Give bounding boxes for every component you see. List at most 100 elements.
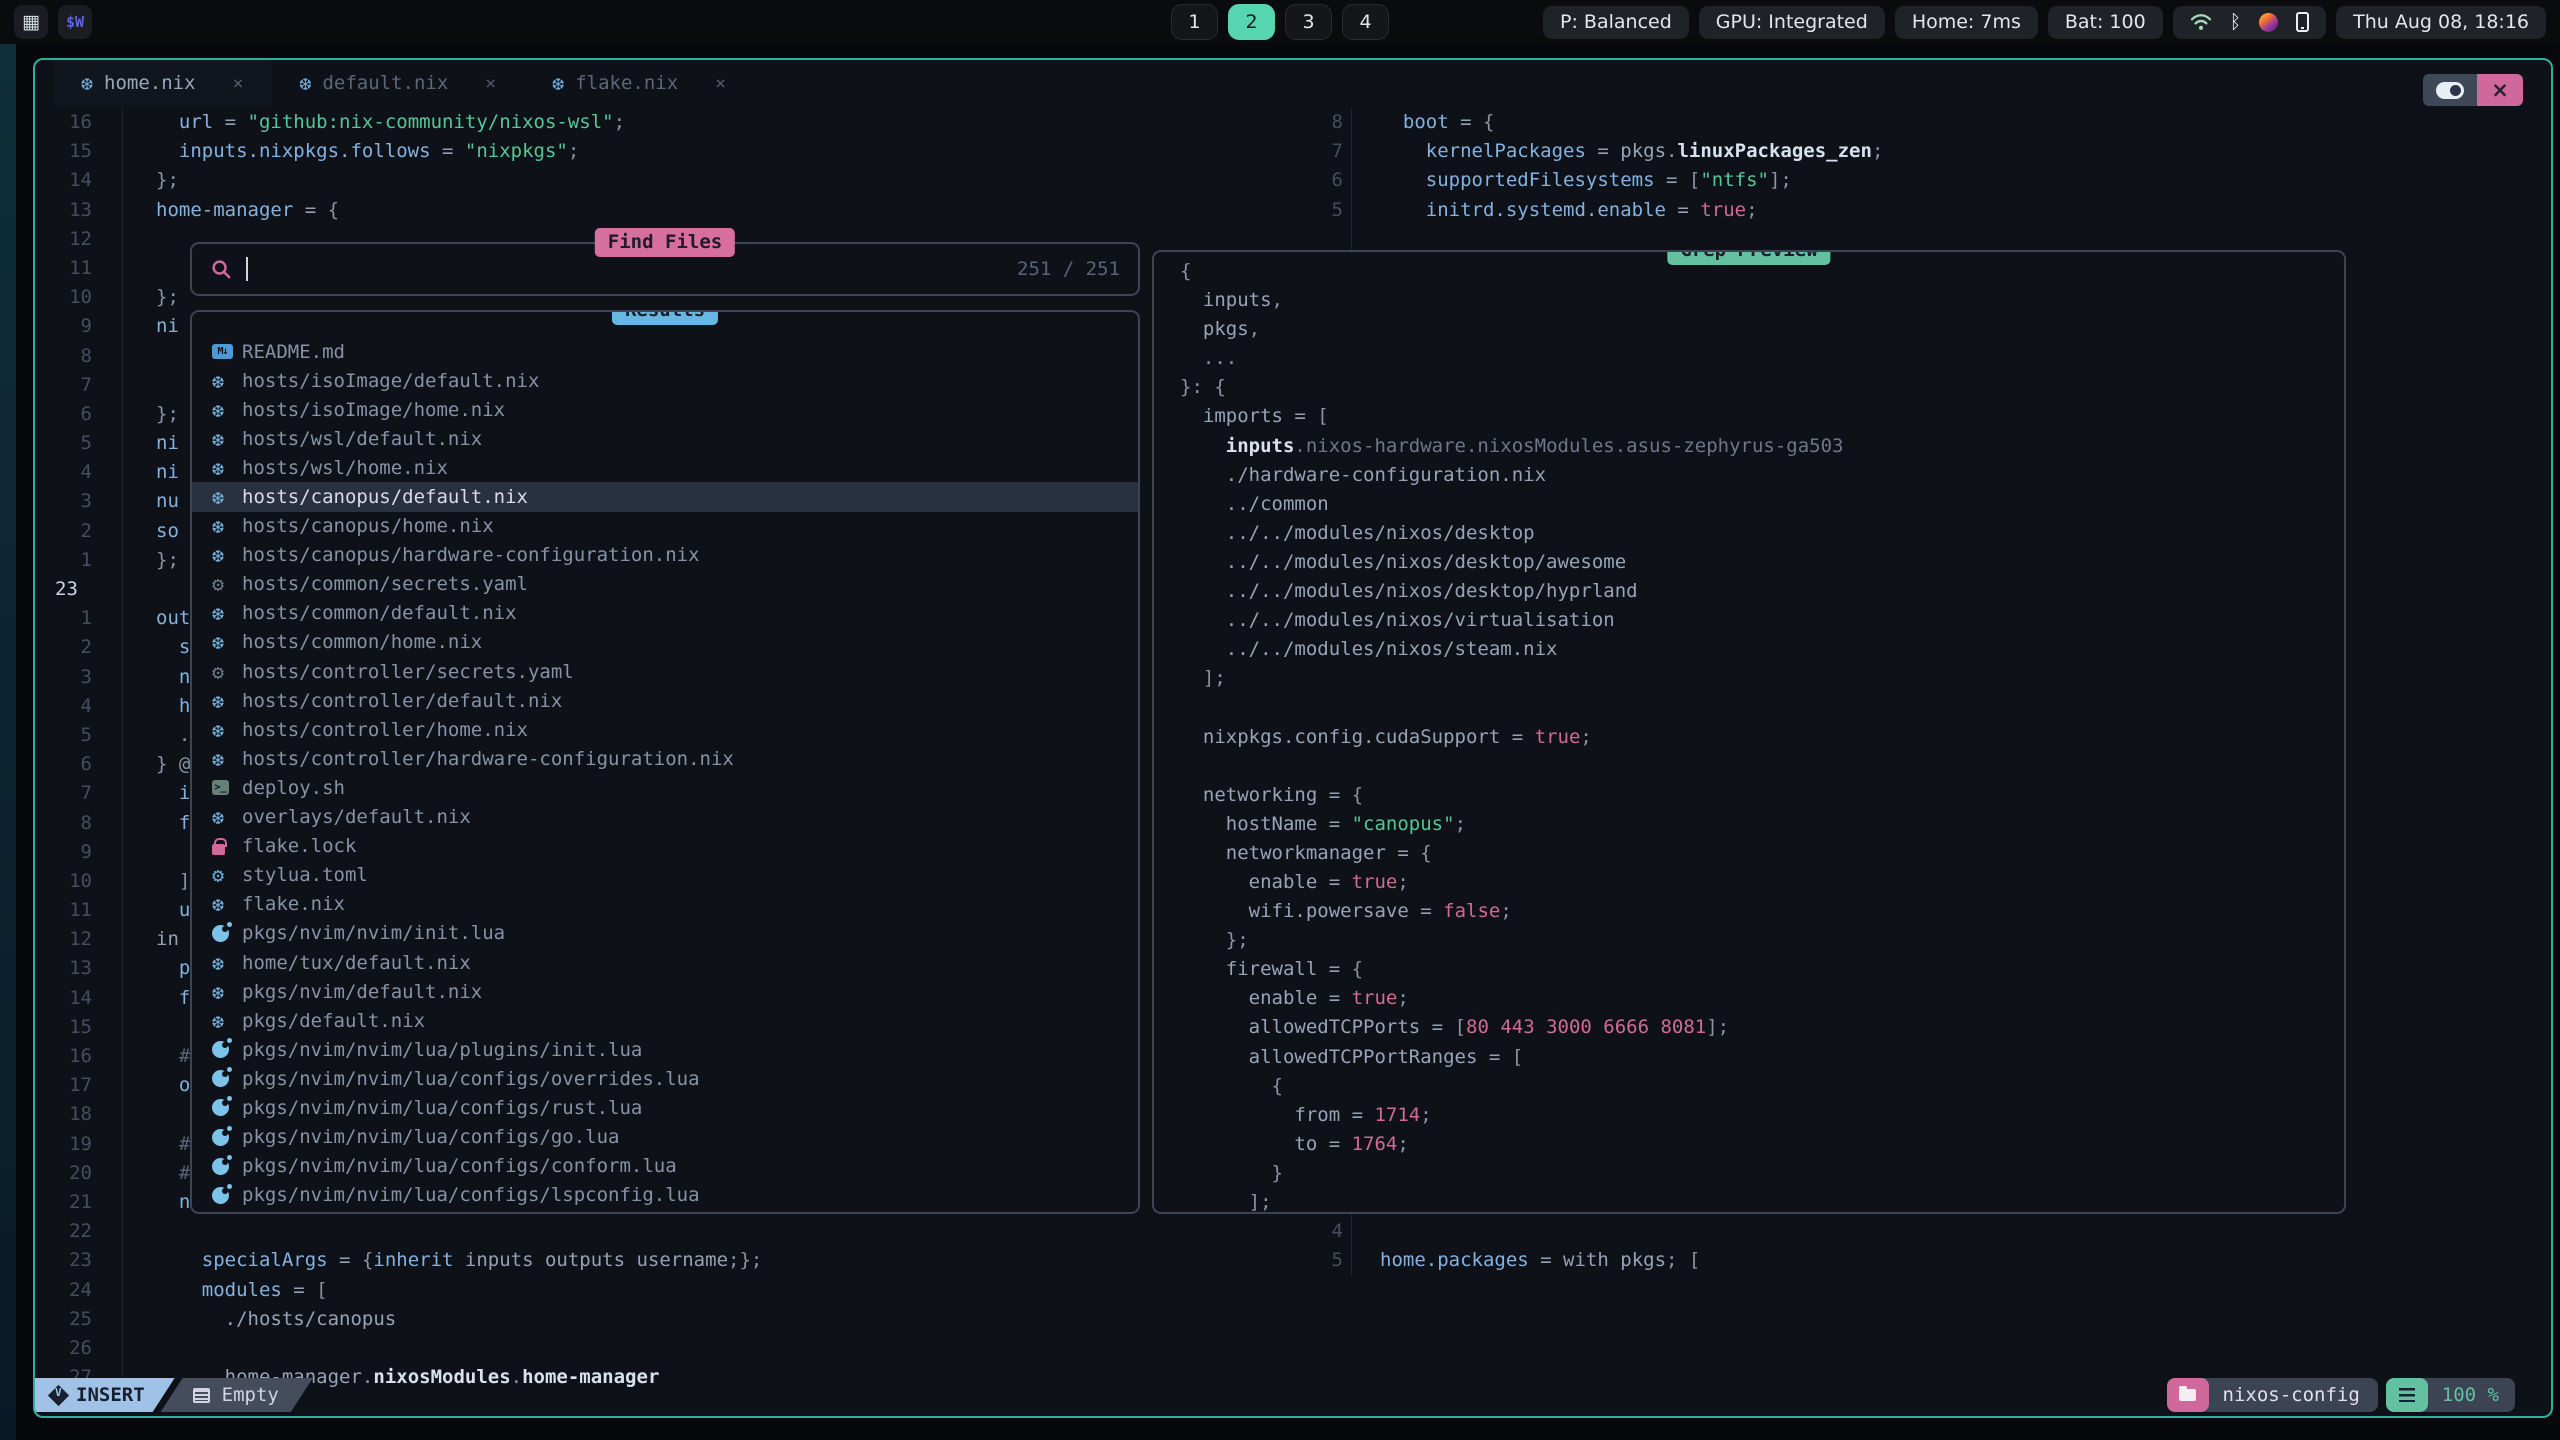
preview-line: to = 1764; <box>1180 1130 2344 1159</box>
result-item[interactable]: ❆home/tux/default.nix <box>192 948 1138 977</box>
nix-file-icon: ❆ <box>212 892 242 916</box>
result-filename: flake.nix <box>242 893 345 915</box>
tab-close-icon[interactable]: × <box>485 73 496 94</box>
result-item[interactable]: M↓README.md <box>192 337 1138 366</box>
line-content <box>122 254 156 283</box>
result-item[interactable]: ❆hosts/canopus/hardware-configuration.ni… <box>192 541 1138 570</box>
result-item[interactable]: pkgs/nvim/nvim/lua/configs/rust.lua <box>192 1093 1138 1122</box>
code-line: 14}; <box>35 166 1150 195</box>
system-tray: ᛒ <box>2173 6 2326 39</box>
line-content <box>122 575 156 604</box>
result-item[interactable]: ❆hosts/common/default.nix <box>192 599 1138 628</box>
result-item[interactable]: pkgs/nvim/nvim/lua/configs/lspconfig.lua <box>192 1181 1138 1210</box>
result-filename: hosts/isoImage/home.nix <box>242 399 505 421</box>
tab-home.nix[interactable]: ❆home.nix× <box>53 60 271 106</box>
result-item[interactable]: ❆flake.nix <box>192 890 1138 919</box>
preview-line: wifi.powersave = false; <box>1180 897 2344 926</box>
result-item[interactable]: ⚙hosts/controller/secrets.yaml <box>192 657 1138 686</box>
result-item[interactable]: ❆hosts/controller/default.nix <box>192 686 1138 715</box>
preview-line: ../../modules/nixos/desktop/awesome <box>1180 548 2344 577</box>
nix-file-icon: ❆ <box>212 398 242 422</box>
result-item[interactable]: >_deploy.sh <box>192 773 1138 802</box>
code-line: 5home.packages = with pkgs; [ <box>1285 1246 2550 1275</box>
line-number: 21 <box>35 1188 92 1217</box>
preview-line: imports = [ <box>1180 402 2344 431</box>
nix-file-icon: ❆ <box>212 1009 242 1033</box>
line-content: }; <box>122 546 179 575</box>
result-item[interactable]: ❆pkgs/default.nix <box>192 1006 1138 1035</box>
code-line: 7 kernelPackages = pkgs.linuxPackages_ze… <box>1285 137 2550 166</box>
result-item[interactable]: pkgs/nvim/nvim/lua/configs/overrides.lua <box>192 1064 1138 1093</box>
preview-line: from = 1714; <box>1180 1101 2344 1130</box>
result-item[interactable]: ❆hosts/common/home.nix <box>192 628 1138 657</box>
result-item[interactable]: pkgs/nvim/nvim/init.lua <box>192 919 1138 948</box>
neovim-window: ❆home.nix×❆default.nix×❆flake.nix× × 16 … <box>33 58 2553 1418</box>
phone-icon <box>2296 12 2309 32</box>
line-number: 15 <box>35 1013 92 1042</box>
line-content: # <box>122 1130 190 1159</box>
status-module-0: P: Balanced <box>1543 6 1689 39</box>
workspace-button-3[interactable]: 3 <box>1285 4 1332 40</box>
workspace-button-2[interactable]: 2 <box>1228 4 1275 40</box>
result-item[interactable]: ❆hosts/isoImage/home.nix <box>192 395 1138 424</box>
result-item[interactable]: ❆hosts/wsl/default.nix <box>192 424 1138 453</box>
tab-close-icon[interactable]: × <box>715 73 726 94</box>
result-item[interactable]: pkgs/nvim/nvim/lua/plugins/init.lua <box>192 1035 1138 1064</box>
workspace-button-1[interactable]: 1 <box>1171 4 1218 40</box>
result-filename: hosts/common/home.nix <box>242 631 482 653</box>
line-content: inputs.nixpkgs.follows = "nixpkgs"; <box>122 137 579 166</box>
preview-line: allowedTCPPortRanges = [ <box>1180 1043 2344 1072</box>
results-title: Results <box>612 310 718 325</box>
nix-file-icon: ❆ <box>212 805 242 829</box>
search-icon <box>210 258 233 281</box>
line-number: 4 <box>35 692 92 721</box>
code-line: 15 inputs.nixpkgs.follows = "nixpkgs"; <box>35 137 1150 166</box>
tab-flake.nix[interactable]: ❆flake.nix× <box>524 60 754 106</box>
result-item[interactable]: ❆overlays/default.nix <box>192 803 1138 832</box>
file-status-segment: Empty <box>161 1378 313 1412</box>
result-item[interactable]: ❆hosts/controller/hardware-configuration… <box>192 744 1138 773</box>
nix-file-icon: ❆ <box>212 543 242 567</box>
line-content <box>122 371 156 400</box>
preview-code: { inputs, pkgs, ...}: { imports = [ inpu… <box>1154 257 2344 1214</box>
app-launcher-button[interactable]: ▦ <box>14 5 48 39</box>
result-item[interactable]: flake.lock <box>192 832 1138 861</box>
firefox-icon <box>2259 13 2278 32</box>
result-item[interactable]: ❆pkgs/nvim/default.nix <box>192 977 1138 1006</box>
preview-line: ../../modules/nixos/desktop/hyprland <box>1180 577 2344 606</box>
mode-indicator: INSERT <box>35 1378 175 1412</box>
nix-file-icon: ❆ <box>212 689 242 713</box>
window-close-button[interactable]: × <box>2477 74 2523 106</box>
tab-close-icon[interactable]: × <box>233 73 244 94</box>
status-module-2: Home: 7ms <box>1895 6 2038 39</box>
result-item[interactable]: ❆hosts/canopus/home.nix <box>192 512 1138 541</box>
line-number: 9 <box>35 312 92 341</box>
line-number: 9 <box>35 838 92 867</box>
theme-toggle-button[interactable] <box>2423 74 2477 106</box>
result-item[interactable]: ❆hosts/controller/home.nix <box>192 715 1138 744</box>
result-filename: hosts/common/default.nix <box>242 602 517 624</box>
tab-default.nix[interactable]: ❆default.nix× <box>271 60 524 106</box>
preview-line: ./hardware-configuration.nix <box>1180 461 2344 490</box>
lua-file-icon <box>212 1129 242 1146</box>
line-content: supportedFilesystems = ["ntfs"]; <box>1351 166 1792 195</box>
workspace-button-4[interactable]: 4 <box>1342 4 1389 40</box>
nix-file-icon: ❆ <box>212 980 242 1004</box>
line-number: 4 <box>35 458 92 487</box>
lua-file-icon <box>212 1187 242 1204</box>
preview-line: ... <box>1180 344 2344 373</box>
result-item[interactable]: ❆hosts/wsl/home.nix <box>192 453 1138 482</box>
result-item[interactable]: ⚙stylua.toml <box>192 861 1138 890</box>
line-content: # <box>122 1042 190 1071</box>
line-content: ni <box>122 429 179 458</box>
line-number: 26 <box>35 1334 92 1363</box>
result-item[interactable]: pkgs/nvim/nvim/lua/configs/go.lua <box>192 1123 1138 1152</box>
result-item[interactable]: pkgs/nvim/nvim/lua/configs/conform.lua <box>192 1152 1138 1181</box>
line-number: 5 <box>1285 196 1343 225</box>
result-item[interactable]: ❆hosts/isoImage/default.nix <box>192 366 1138 395</box>
result-item[interactable]: ⚙hosts/common/secrets.yaml <box>192 570 1138 599</box>
find-files-popup: Find Files 251 / 251 <box>190 242 1140 296</box>
line-number: 8 <box>35 342 92 371</box>
result-item[interactable]: ❆hosts/canopus/default.nix <box>192 482 1138 511</box>
line-number: 18 <box>35 1100 92 1129</box>
